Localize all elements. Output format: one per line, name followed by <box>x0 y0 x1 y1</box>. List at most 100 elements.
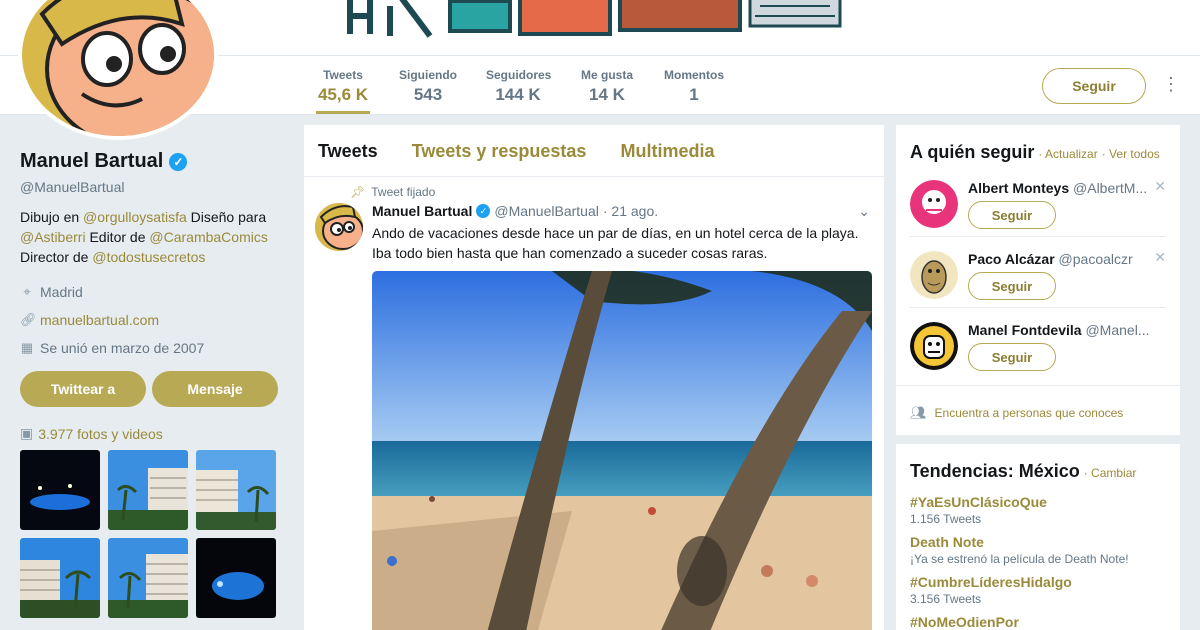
follow-button[interactable]: Seguir <box>968 201 1056 229</box>
stat-label: Tweets <box>323 68 363 82</box>
trend-subtitle: 3.156 Tweets <box>910 592 982 606</box>
tab-media[interactable]: Multimedia <box>620 141 714 161</box>
profile-avatar[interactable] <box>18 0 218 140</box>
tweet-to-button[interactable]: Twittear a <box>20 371 146 407</box>
stat-value: 144 K <box>495 85 541 104</box>
stat-label: Siguiendo <box>399 68 457 82</box>
tweet-author-handle[interactable]: @ManuelBartual <box>494 203 599 219</box>
stat-tweets[interactable]: Tweets 45,6 K <box>316 68 370 114</box>
tweet-photo[interactable] <box>372 271 872 630</box>
tweet-date[interactable]: · 21 ago. <box>603 203 658 219</box>
tab-tweets[interactable]: Tweets <box>318 141 378 161</box>
suggestion-handle: @AlbertM... <box>1073 180 1148 196</box>
suggestion-handle: @pacoalczr <box>1058 251 1133 267</box>
suggestion-name-row: Manel Fontdevila @Manel... <box>968 322 1164 338</box>
media-thumbnail[interactable] <box>108 450 188 530</box>
profile-actions: Twittear a Mensaje <box>20 371 280 407</box>
banner-illustration <box>340 0 860 55</box>
tab-tweets-and-replies[interactable]: Tweets y respuestas <box>412 141 587 161</box>
follow-button[interactable]: Seguir <box>968 343 1056 371</box>
stat-value: 14 K <box>589 85 625 104</box>
verified-icon: ✓ <box>476 204 491 218</box>
joined-row: ▦ Se unió en marzo de 2007 <box>20 339 280 357</box>
people-icon: 👥︎ <box>910 405 927 420</box>
timeline-tabs: Tweets Tweets y respuestas Multimedia <box>304 125 884 177</box>
close-icon[interactable]: ✕ <box>1154 249 1166 266</box>
refresh-link[interactable]: · Actualizar <box>1038 147 1097 161</box>
follow-button[interactable]: Seguir <box>968 272 1056 300</box>
trend-title: #YaEsUnClásicoQue <box>910 494 1047 510</box>
media-thumbnail[interactable] <box>20 538 100 618</box>
pin-icon: 📌︎ <box>350 185 366 199</box>
trend-item[interactable]: #NoMeOdienPor <box>896 614 1180 630</box>
who-to-follow-title: A quién seguir <box>910 142 1035 162</box>
media-thumbnail[interactable] <box>108 538 188 618</box>
find-people-text: Encuentra a personas que conoces <box>934 406 1124 420</box>
tweet-author-name[interactable]: Manuel Bartual <box>372 203 472 219</box>
suggestion-name-row: Albert Monteys @AlbertM... <box>968 180 1164 196</box>
media-thumbnail[interactable] <box>196 538 276 618</box>
avatar-paco <box>910 251 958 299</box>
thumb-hotel <box>108 538 188 618</box>
bio-mention-link[interactable]: @todostusecretos <box>92 249 205 265</box>
thumb-night-pool <box>20 450 100 530</box>
timeline: Tweets Tweets y respuestas Multimedia 📌︎… <box>304 125 884 630</box>
avatar[interactable] <box>910 251 958 299</box>
image-icon: ▣ <box>20 425 34 441</box>
stat-following[interactable]: Siguiendo 543 <box>398 68 458 105</box>
suggestion-handle: @Manel... <box>1085 322 1150 338</box>
bio-mention-link[interactable]: @Astiberri <box>20 229 86 245</box>
who-to-follow-header: A quién seguir · Actualizar · Ver todos <box>896 125 1180 163</box>
chevron-down-icon[interactable]: ⌄ <box>858 203 870 220</box>
media-count-link[interactable]: ▣ 3.977 fotos y videos <box>20 425 280 442</box>
pinned-label: Tweet fijado <box>371 185 436 199</box>
who-to-follow-card: A quién seguir · Actualizar · Ver todos … <box>896 125 1180 435</box>
trend-subtitle: ¡Ya se estrenó la película de Death Note… <box>910 552 1129 566</box>
location-pin-icon: ⌖ <box>23 284 31 299</box>
trend-title: Death Note <box>910 534 984 550</box>
suggestion-item[interactable]: Albert Monteys @AlbertM... ✕ Seguir <box>910 178 1170 244</box>
media-count-text: 3.977 fotos y videos <box>38 425 163 442</box>
bio-mention-link[interactable]: @CarambaComics <box>149 229 267 245</box>
profile-sidebar: Manuel Bartual ✓ @ManuelBartual Dibujo e… <box>20 150 280 618</box>
website-row: 🔗︎ manuelbartual.com <box>20 311 280 329</box>
beach-photo <box>372 271 872 630</box>
message-button[interactable]: Mensaje <box>152 371 278 407</box>
calendar-icon: ▦ <box>20 340 34 355</box>
trends-header: Tendencias: México · Cambiar <box>896 444 1180 482</box>
suggestion-item[interactable]: Paco Alcázar @pacoalczr ✕ Seguir <box>910 249 1170 315</box>
trend-item[interactable]: Death Note ¡Ya se estrenó la película de… <box>896 534 1180 566</box>
close-icon[interactable]: ✕ <box>1154 178 1166 195</box>
tweet-avatar-cartoon <box>315 203 363 251</box>
more-vertical-icon[interactable]: ⋮ <box>1162 74 1180 95</box>
trend-item[interactable]: #CumbreLíderesHidalgo 3.156 Tweets <box>896 574 1180 606</box>
stat-likes[interactable]: Me gusta 14 K <box>580 68 634 105</box>
location-row: ⌖ Madrid <box>20 283 280 301</box>
avatar[interactable] <box>910 180 958 228</box>
link-icon: 🔗︎ <box>20 312 37 327</box>
thumb-hotel <box>108 450 188 530</box>
media-thumbnail[interactable] <box>196 450 276 530</box>
trend-title: #NoMeOdienPor <box>910 614 1019 630</box>
stat-followers[interactable]: Seguidores 144 K <box>486 68 551 105</box>
trend-item[interactable]: #YaEsUnClásicoQue 1.156 Tweets <box>896 494 1180 526</box>
media-grid <box>20 450 280 618</box>
bio-mention-link[interactable]: @orgulloysatisfa <box>83 209 187 225</box>
follow-button[interactable]: Seguir <box>1042 68 1146 104</box>
trends-card: Tendencias: México · Cambiar #YaEsUnClás… <box>896 444 1180 630</box>
avatar[interactable] <box>910 322 958 370</box>
tweet-text: Ando de vacaciones desde hace un par de … <box>372 223 872 263</box>
avatar-manel <box>910 322 958 370</box>
media-thumbnail[interactable] <box>20 450 100 530</box>
change-trends-link[interactable]: · Cambiar <box>1084 466 1137 480</box>
bio-text: Editor de <box>85 229 150 245</box>
stat-moments[interactable]: Momentos 1 <box>662 68 726 105</box>
find-people-link[interactable]: 👥︎ Encuentra a personas que conoces <box>910 405 1123 421</box>
website-link[interactable]: manuelbartual.com <box>40 312 159 328</box>
suggestion-item[interactable]: Manel Fontdevila @Manel... Seguir <box>910 322 1170 386</box>
view-all-link[interactable]: · Ver todos <box>1102 147 1160 161</box>
bio-text: Diseño para <box>186 209 267 225</box>
pinned-tweet[interactable]: 📌︎ Tweet fijado ⌄ Manuel Bartual ✓ @Manu… <box>304 177 884 630</box>
tweet-avatar[interactable] <box>315 203 363 251</box>
tweet-header: Manuel Bartual ✓ @ManuelBartual · 21 ago… <box>372 203 872 219</box>
